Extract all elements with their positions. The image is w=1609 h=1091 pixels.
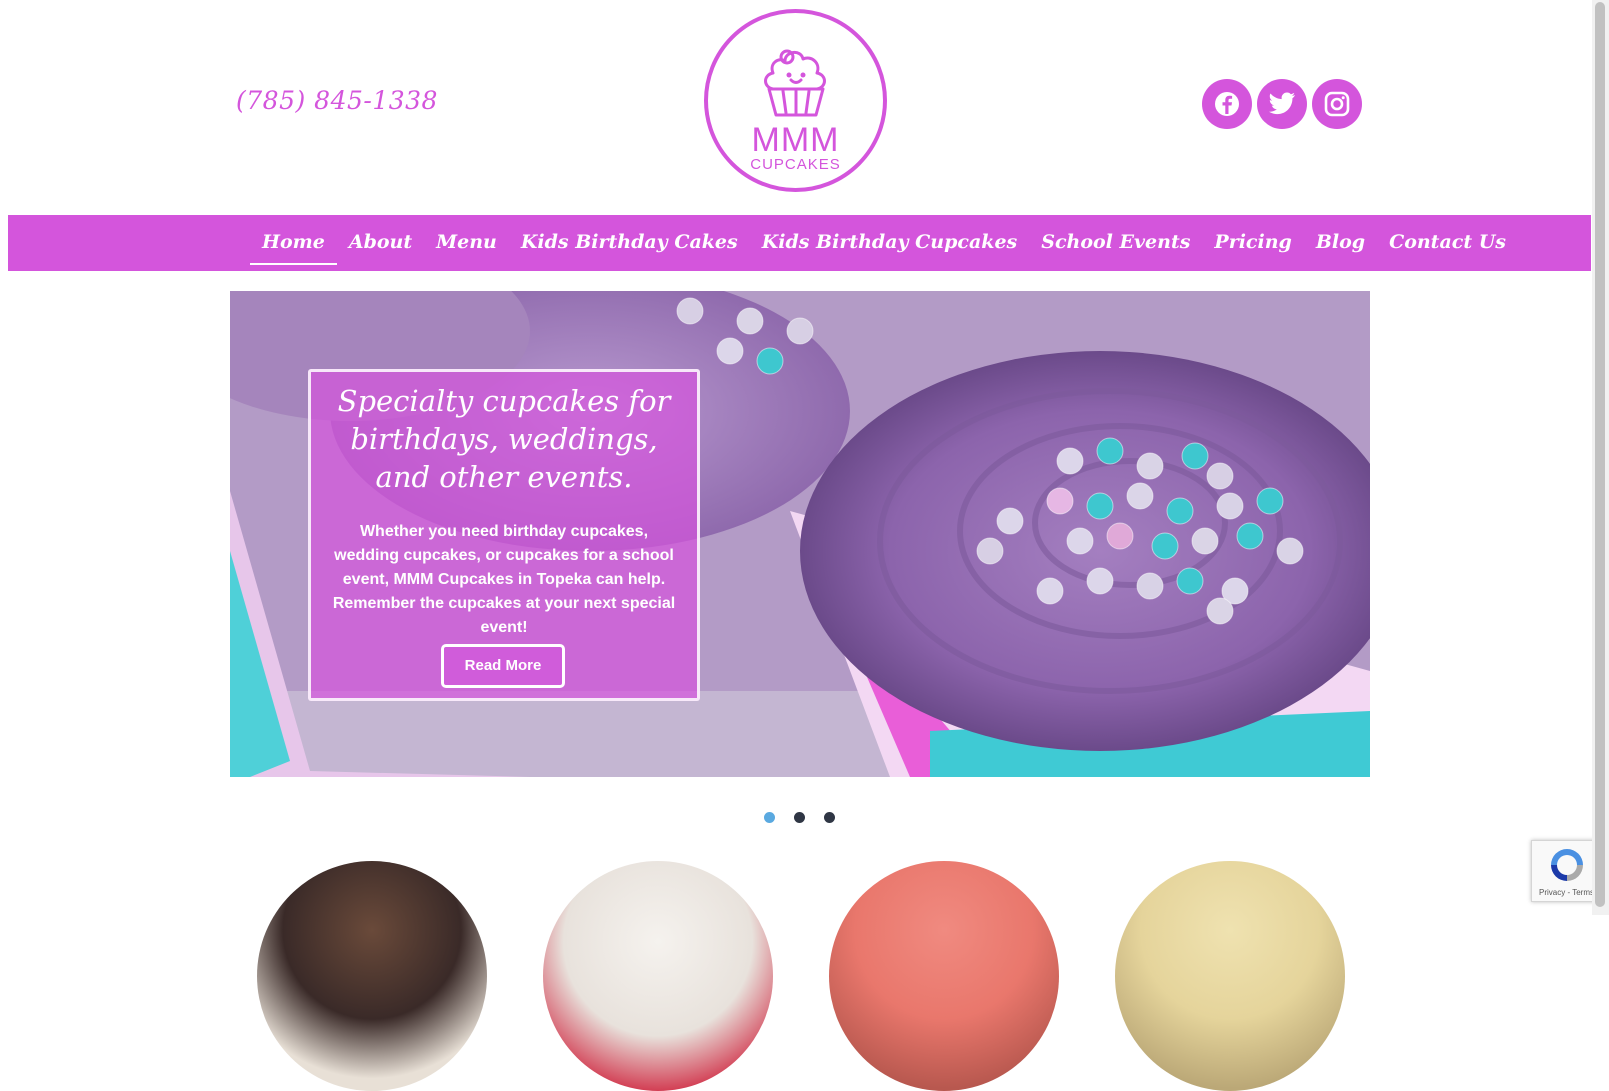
sprinkle bbox=[1256, 487, 1284, 515]
sprinkle bbox=[1046, 487, 1074, 515]
site-logo[interactable]: MMM CUPCAKES bbox=[704, 9, 887, 192]
sprinkle bbox=[1036, 577, 1064, 605]
sprinkle bbox=[1276, 537, 1304, 565]
scrollbar-thumb[interactable] bbox=[1595, 2, 1605, 907]
slider-dot-1[interactable] bbox=[764, 812, 775, 823]
facebook-icon bbox=[1215, 92, 1239, 116]
instagram-icon bbox=[1324, 91, 1350, 117]
sprinkle bbox=[756, 347, 784, 375]
twitter-icon bbox=[1268, 92, 1295, 115]
nav-item-menu[interactable]: Menu bbox=[424, 215, 509, 271]
recaptcha-links[interactable]: Privacy - Terms bbox=[1532, 888, 1601, 897]
main-nav: Home About Menu Kids Birthday Cakes Kids Bir… bbox=[8, 215, 1591, 271]
sprinkle bbox=[1206, 597, 1234, 625]
slider-dot-3[interactable] bbox=[824, 812, 835, 823]
recaptcha-badge[interactable]: Privacy - Terms bbox=[1531, 840, 1601, 902]
nav-item-pricing[interactable]: Pricing bbox=[1202, 215, 1303, 271]
site-header: (785) 845-1338 MMM CUPCAKES bbox=[0, 0, 1590, 210]
instagram-button[interactable] bbox=[1312, 79, 1362, 129]
page-scrollbar[interactable] bbox=[1592, 0, 1609, 915]
cupcake-icon bbox=[764, 49, 826, 117]
sprinkle bbox=[1106, 522, 1134, 550]
sprinkle bbox=[976, 537, 1004, 565]
phone-number[interactable]: (785) 845-1338 bbox=[236, 86, 438, 115]
logo-subtitle: CUPCAKES bbox=[750, 156, 841, 173]
sprinkle bbox=[1086, 567, 1114, 595]
recaptcha-icon bbox=[1551, 849, 1583, 881]
hero-caption: Specialty cupcakes for birthdays, weddin… bbox=[308, 369, 700, 701]
sprinkle bbox=[1126, 482, 1154, 510]
product-thumb-4[interactable] bbox=[1115, 861, 1345, 1091]
nav-item-about[interactable]: About bbox=[337, 215, 424, 271]
sprinkle bbox=[1086, 492, 1114, 520]
nav-item-kids-birthday-cakes[interactable]: Kids Birthday Cakes bbox=[509, 215, 750, 271]
sprinkle bbox=[1136, 572, 1164, 600]
sprinkle bbox=[676, 297, 704, 325]
nav-item-home[interactable]: Home bbox=[250, 215, 337, 271]
sprinkle bbox=[716, 337, 744, 365]
nav-item-school-events[interactable]: School Events bbox=[1029, 215, 1202, 271]
product-thumb-1[interactable] bbox=[257, 861, 487, 1091]
sprinkle bbox=[1151, 532, 1179, 560]
twitter-button[interactable] bbox=[1257, 79, 1307, 129]
sprinkle bbox=[1166, 497, 1194, 525]
logo-title: MMM bbox=[751, 121, 840, 159]
sprinkle bbox=[1236, 522, 1264, 550]
product-thumb-2[interactable] bbox=[543, 861, 773, 1091]
product-thumb-3[interactable] bbox=[829, 861, 1059, 1091]
nav-item-blog[interactable]: Blog bbox=[1304, 215, 1377, 271]
nav-item-kids-birthday-cupcakes[interactable]: Kids Birthday Cupcakes bbox=[750, 215, 1030, 271]
slider-dot-2[interactable] bbox=[794, 812, 805, 823]
sprinkle bbox=[1176, 567, 1204, 595]
sprinkle bbox=[1136, 452, 1164, 480]
facebook-button[interactable] bbox=[1202, 79, 1252, 129]
hero-body: Whether you need birthday cupcakes, wedd… bbox=[332, 523, 676, 636]
nav-list: Home About Menu Kids Birthday Cakes Kids Bir… bbox=[250, 215, 1518, 271]
sprinkle bbox=[1066, 527, 1094, 555]
hero-heading: Specialty cupcakes for birthdays, weddin… bbox=[337, 384, 671, 494]
sprinkle bbox=[1181, 442, 1209, 470]
sprinkle bbox=[1216, 492, 1244, 520]
read-more-button[interactable]: Read More bbox=[441, 644, 565, 688]
sprinkle bbox=[1191, 527, 1219, 555]
nav-item-contact-us[interactable]: Contact Us bbox=[1377, 215, 1518, 271]
sprinkle bbox=[1096, 437, 1124, 465]
sprinkle bbox=[786, 317, 814, 345]
sprinkle bbox=[996, 507, 1024, 535]
sprinkle bbox=[1056, 447, 1084, 475]
sprinkle bbox=[736, 307, 764, 335]
sprinkle bbox=[1206, 462, 1234, 490]
